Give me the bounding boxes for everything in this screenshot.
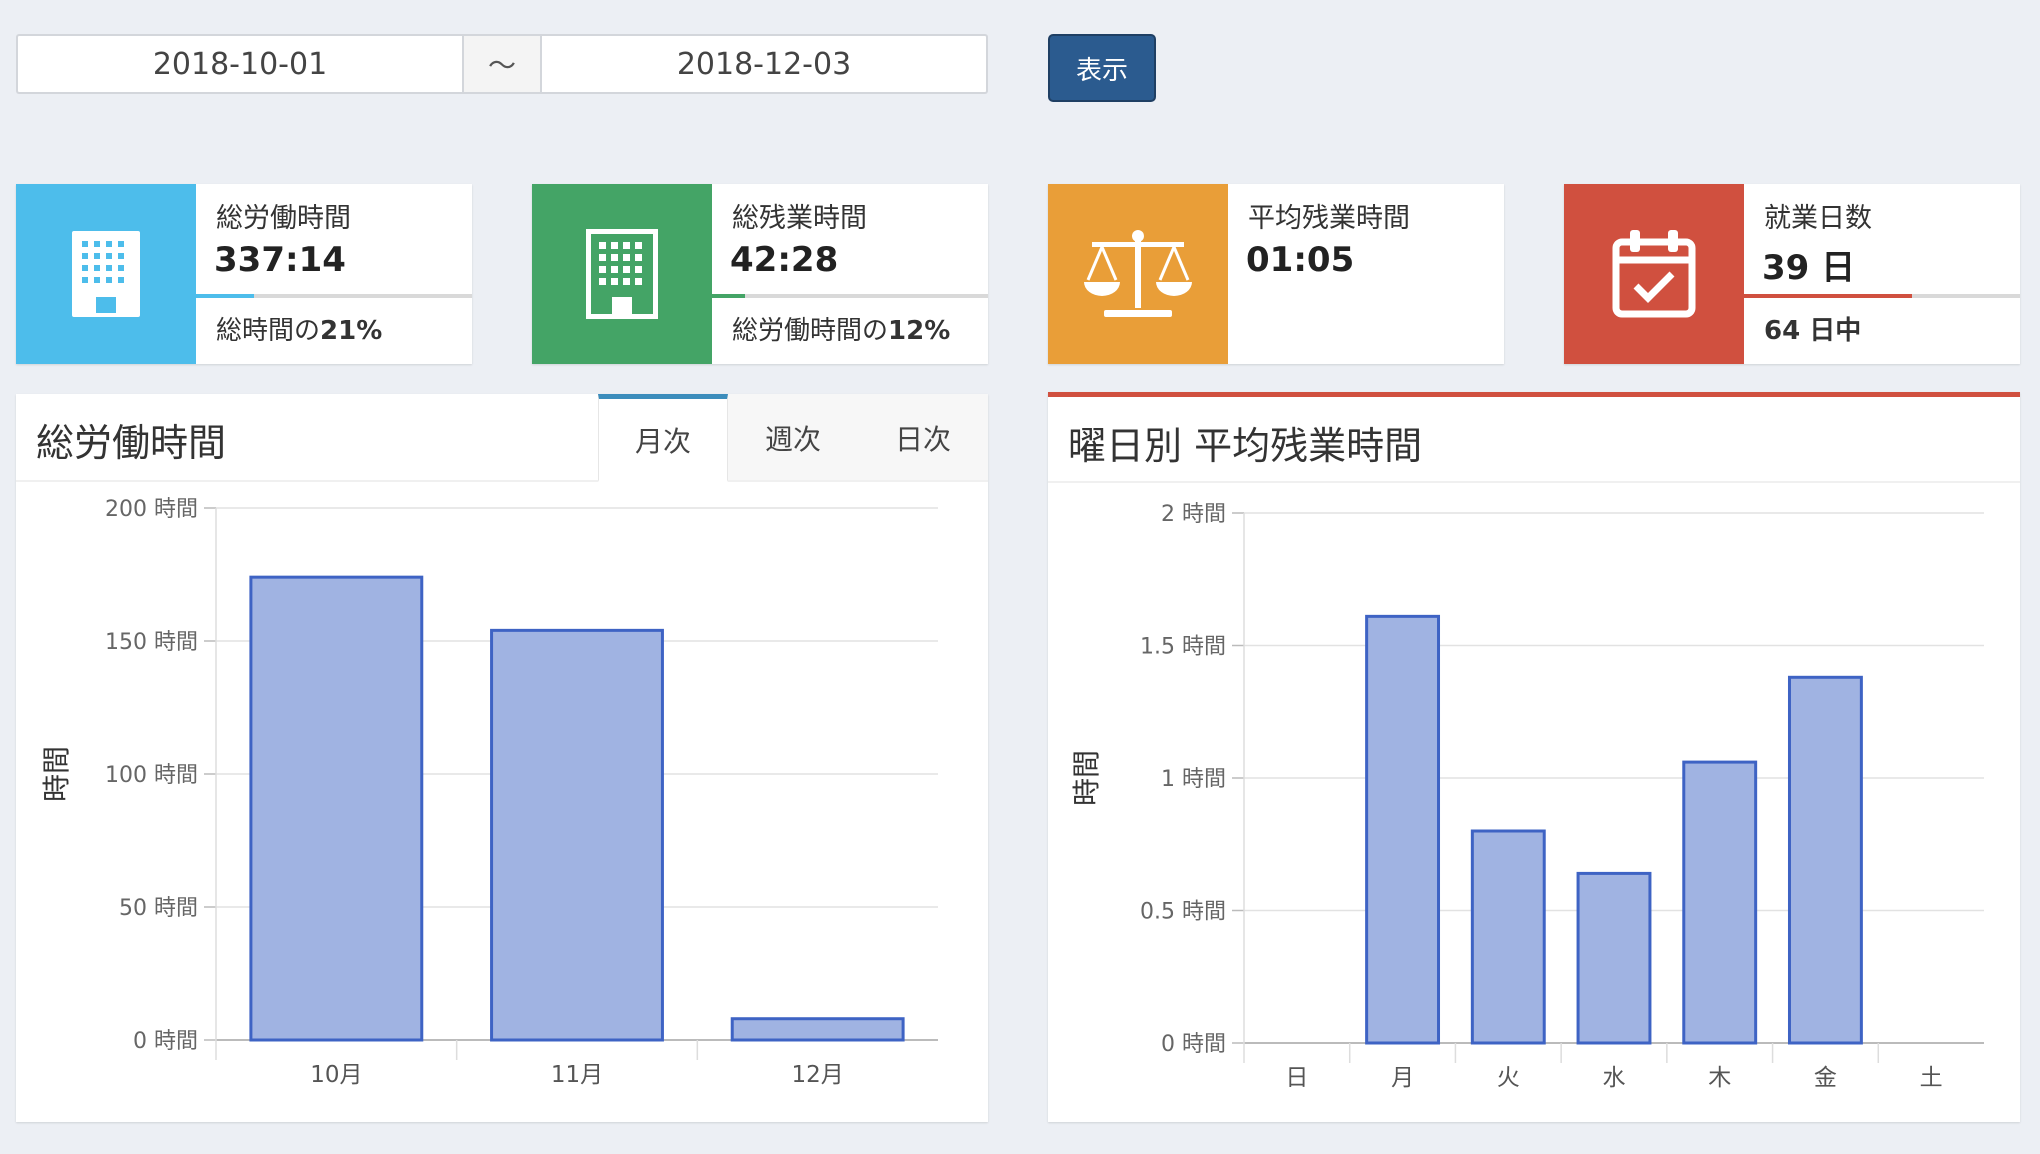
bar-11月 [490,628,664,1042]
x-tick-label: 日 [1285,1065,1308,1091]
y-tick-label: 100 時間 [105,763,198,788]
y-tick-label: 1 時間 [1161,767,1226,792]
tab-weekly[interactable]: 週次 [728,394,858,482]
x-tick-label: 木 [1708,1065,1731,1091]
office-building-icon [16,184,196,364]
x-tick-label: 金 [1814,1065,1837,1091]
show-button[interactable]: 表示 [1048,34,1156,102]
y-tick-label: 1.5 時間 [1140,635,1226,660]
stat-description: 総労働時間の12% [732,316,951,346]
weekday-overtime-chart: 0 時間 0.5 時間 1 時間 1.5 時間 2 時間時間日 月 火 水 木 金 土 [1070,502,1984,1091]
stat-value: 01:05 [1246,240,1355,280]
stat-value: 42:28 [730,240,839,280]
x-tick-label: 土 [1920,1065,1943,1091]
x-tick-label: 水 [1603,1065,1626,1091]
balance-scale-icon [1048,184,1228,364]
date-range: 2018-10-01 〜 2018-12-03 [16,34,988,94]
y-tick-label: 0.5 時間 [1140,900,1226,925]
bar-12月 [730,1017,905,1042]
y-axis-label: 時間 [1070,750,1103,806]
date-range-separator: 〜 [462,34,542,94]
stat-progress-bar [196,294,472,298]
x-tick-label: 月 [1391,1065,1414,1091]
stat-average-overtime: 平均残業時間 01:05 [1048,184,1504,364]
stat-label: 就業日数 [1764,203,1872,234]
stat-total-work-hours: 総労働時間 337:14 総時間の21% [16,184,472,364]
stat-value: 39 日 [1762,248,1856,288]
stat-description: 64 日中 [1764,316,1862,346]
date-to-input[interactable]: 2018-12-03 [542,34,988,94]
bar-月 [1365,614,1441,1045]
y-tick-label: 0 時間 [133,1029,198,1054]
y-tick-label: 200 時間 [105,497,198,522]
stat-label: 総労働時間 [216,203,351,234]
bar-10月 [249,575,424,1042]
stat-value: 337:14 [214,240,346,280]
monthly-work-hours-chart: 0 時間 50 時間 100 時間 150 時間 200 時間時間 10月 11月 12月 [40,497,938,1088]
tab-daily[interactable]: 日次 [858,394,988,482]
tab-monthly[interactable]: 月次 [598,394,728,482]
stat-working-days: 就業日数 39 日 64 日中 [1564,184,2020,364]
stat-label: 総残業時間 [732,203,867,234]
stat-label: 平均残業時間 [1248,203,1410,234]
bar-金 [1787,675,1863,1045]
bar-水 [1576,871,1652,1045]
weekday-overtime-panel: 曜日別 平均残業時間 0 時間 0.5 時間 1 時間 1.5 時間 2 時間時間日 月 火… [1048,392,2020,1122]
calendar-check-icon [1564,184,1744,364]
panel-title: 曜日別 平均残業時間 [1068,424,1423,468]
stat-progress-bar [712,294,988,298]
stat-description: 総時間の21% [216,316,383,346]
y-tick-label: 150 時間 [105,630,198,655]
date-from-input[interactable]: 2018-10-01 [16,34,462,94]
bar-木 [1682,760,1758,1045]
x-tick-label: 11月 [551,1062,603,1088]
x-tick-label: 火 [1497,1065,1520,1091]
stat-progress-bar [1744,294,2020,298]
bar-火 [1470,829,1546,1045]
y-tick-label: 0 時間 [1161,1032,1226,1057]
x-tick-label: 10月 [310,1062,362,1088]
panel-title: 総労働時間 [36,421,227,465]
y-tick-label: 2 時間 [1161,502,1226,527]
x-tick-label: 12月 [792,1062,844,1088]
y-tick-label: 50 時間 [119,896,198,921]
total-work-hours-panel: 総労働時間 月次 週次 日次 0 時間 50 時間 100 時間 150 時間 200 … [16,394,988,1122]
y-axis-label: 時間 [40,746,73,802]
office-building-icon [532,184,712,364]
stat-total-overtime: 総残業時間 42:28 総労働時間の12% [532,184,988,364]
period-tabs: 月次 週次 日次 [598,394,988,482]
